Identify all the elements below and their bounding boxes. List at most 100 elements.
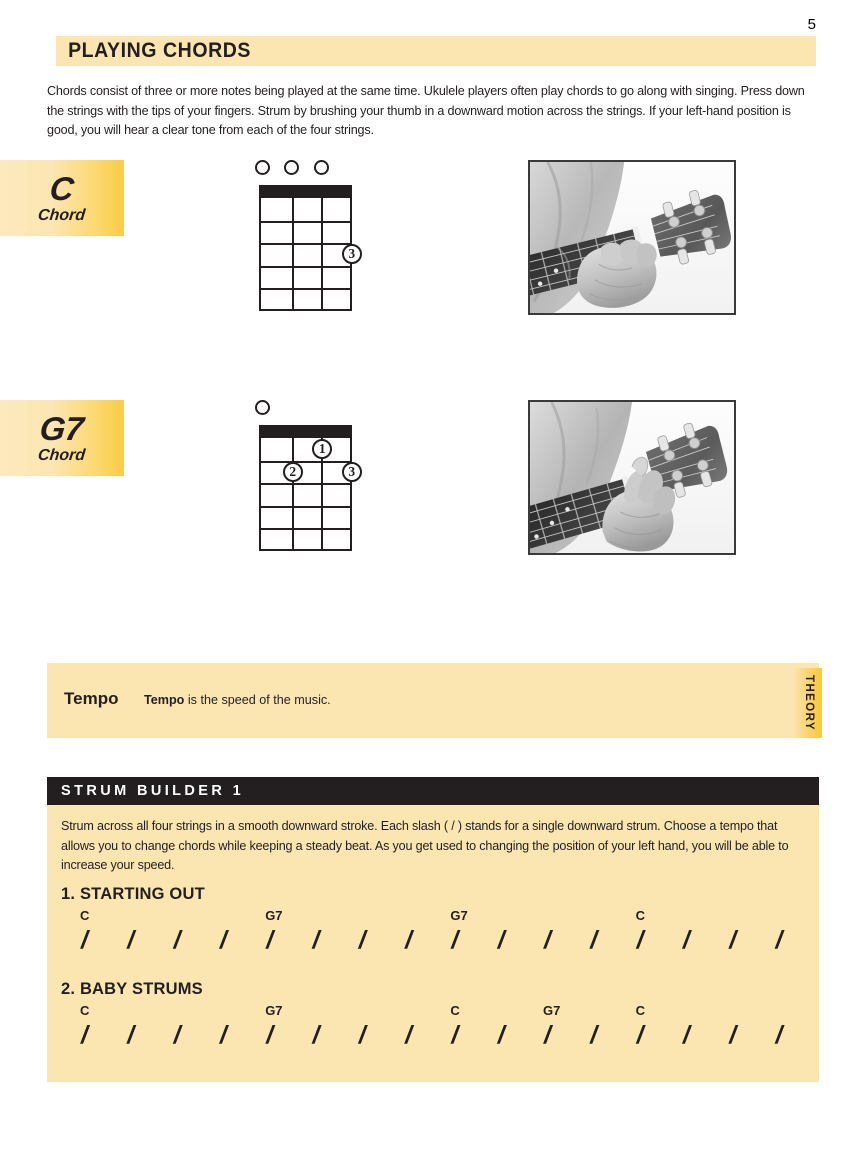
fret-line	[261, 483, 350, 486]
fretboard-g7: 12 3	[259, 425, 362, 551]
open-string-icon	[284, 160, 300, 175]
strum-slash: /	[219, 1021, 227, 1049]
strum-slash: /	[81, 926, 88, 954]
open-string-icon	[254, 160, 270, 175]
chord-label-box-c: C Chord	[0, 160, 124, 236]
open-string-icon	[313, 160, 329, 175]
strum-slash: /	[729, 1021, 737, 1049]
strum-slash: /	[127, 1021, 135, 1049]
open-string-icon	[254, 400, 270, 415]
strum-slash: /	[81, 1021, 88, 1049]
strum-slash: /	[590, 1021, 598, 1049]
exercise-chord-symbol: G7	[543, 1003, 561, 1018]
string-line	[291, 427, 294, 549]
strum-slash: /	[312, 926, 320, 954]
strum-slash: /	[266, 1021, 274, 1049]
chord-diagram-g7: 12 3	[250, 400, 370, 560]
strum-slash: /	[775, 1021, 783, 1049]
strum-slash: /	[451, 1021, 459, 1049]
finger-position-marker: 2	[282, 461, 303, 482]
strum-slash: /	[266, 926, 274, 954]
strum-slash: /	[682, 926, 690, 954]
strum-slash: /	[312, 1021, 320, 1049]
fret-line	[261, 243, 350, 246]
exercise-1-title: 1. STARTING OUT	[61, 885, 205, 903]
exercise-chord-symbol: G7	[450, 908, 468, 923]
string-line	[291, 187, 294, 309]
strum-builder-title: STRUM BUILDER 1	[61, 783, 245, 799]
chord-sublabel-c: Chord	[37, 206, 87, 224]
exercise-1-chord-line: C G7 G7 C	[75, 908, 806, 928]
chord-name-g7: G7	[38, 409, 86, 447]
fret-line	[261, 505, 350, 508]
exercise-1-slash-line: / / / / / / / / / / / / / / / /	[75, 928, 806, 958]
exercise-chord-symbol: C	[450, 1003, 460, 1018]
open-string-markers-c	[250, 160, 360, 182]
strum-slash: /	[497, 1021, 505, 1049]
nut-bar-icon	[261, 187, 350, 198]
finger-position-marker: 3	[341, 461, 362, 482]
chord-diagram-c: 3	[250, 160, 370, 320]
chord-name-c: C	[48, 169, 76, 207]
fret-line	[261, 265, 350, 268]
theory-definition-rest: is the speed of the music.	[184, 693, 331, 707]
open-string-markers-g7	[250, 400, 360, 422]
strum-slash: /	[405, 926, 413, 954]
fretboard-c: 3	[259, 185, 362, 311]
exercise-2-title: 2. BABY STRUMS	[61, 980, 203, 998]
strum-slash: /	[636, 926, 644, 954]
theory-side-tab: THEORY	[795, 668, 822, 738]
exercise-2: 2. BABY STRUMS C G7 C G7 C / / / / / / / / / / / / / / / /	[61, 980, 806, 1053]
page-title: PLAYING CHORDS	[68, 39, 251, 62]
strum-slash: /	[682, 1021, 690, 1049]
finger-position-marker: 3	[341, 244, 362, 265]
string-line	[321, 187, 324, 309]
strum-slash: /	[127, 926, 135, 954]
strum-slash: /	[358, 1021, 366, 1049]
intro-paragraph: Chords consist of three or more notes be…	[47, 84, 805, 138]
exercise-chord-symbol: C	[635, 1003, 645, 1018]
exercise-chord-symbol: C	[80, 1003, 90, 1018]
fret-line	[261, 288, 350, 291]
chord-photo-g7	[528, 400, 736, 555]
exercise-2-slash-line: / / / / / / / / / / / / / / / /	[75, 1023, 806, 1053]
strum-builder-header: STRUM BUILDER 1	[47, 777, 819, 805]
exercise-2-chord-line: C G7 C G7 C	[75, 1003, 806, 1023]
ukulele-hand-photo-icon	[530, 162, 734, 313]
chord-sublabel-g7: Chord	[37, 446, 87, 464]
fret-line	[261, 528, 350, 531]
finger-position-marker: 1	[312, 439, 333, 460]
chord-label-box-g7: G7 Chord	[0, 400, 124, 476]
chord-photo-c	[528, 160, 736, 315]
exercise-1: 1. STARTING OUT C G7 G7 C / / / / / / / / / / / / / / / /	[61, 885, 806, 958]
strum-slash: /	[590, 926, 598, 954]
strum-slash: /	[729, 926, 737, 954]
theory-definition-term: Tempo	[144, 693, 185, 707]
strum-slash: /	[405, 1021, 413, 1049]
strum-slash: /	[497, 926, 505, 954]
fret-line	[261, 220, 350, 223]
theory-box: Tempo Tempo is the speed of the music. T…	[47, 663, 822, 738]
strum-slash: /	[173, 1021, 181, 1049]
theory-definition: Tempo is the speed of the music.	[144, 693, 331, 707]
page-title-band: PLAYING CHORDS	[56, 36, 816, 66]
strum-builder-intro: Strum across all four strings in a smoot…	[61, 819, 789, 873]
theory-tab-label: THEORY	[802, 675, 815, 731]
nut-bar-icon	[261, 427, 350, 438]
strum-slash: /	[219, 926, 227, 954]
exercise-chord-symbol: G7	[265, 1003, 283, 1018]
fret-line	[261, 460, 350, 463]
strum-slash: /	[775, 926, 783, 954]
ukulele-hand-photo-icon	[530, 402, 734, 553]
page-number: 5	[807, 16, 816, 33]
exercise-chord-symbol: C	[80, 908, 90, 923]
theory-term: Tempo	[64, 689, 119, 708]
strum-slash: /	[173, 926, 181, 954]
strum-slash: /	[636, 1021, 644, 1049]
exercise-chord-symbol: C	[635, 908, 645, 923]
exercise-chord-symbol: G7	[265, 908, 283, 923]
strum-slash: /	[358, 926, 366, 954]
strum-builder-box: STRUM BUILDER 1 Strum across all four st…	[47, 777, 819, 1082]
strum-slash: /	[544, 926, 551, 954]
strum-slash: /	[451, 926, 459, 954]
